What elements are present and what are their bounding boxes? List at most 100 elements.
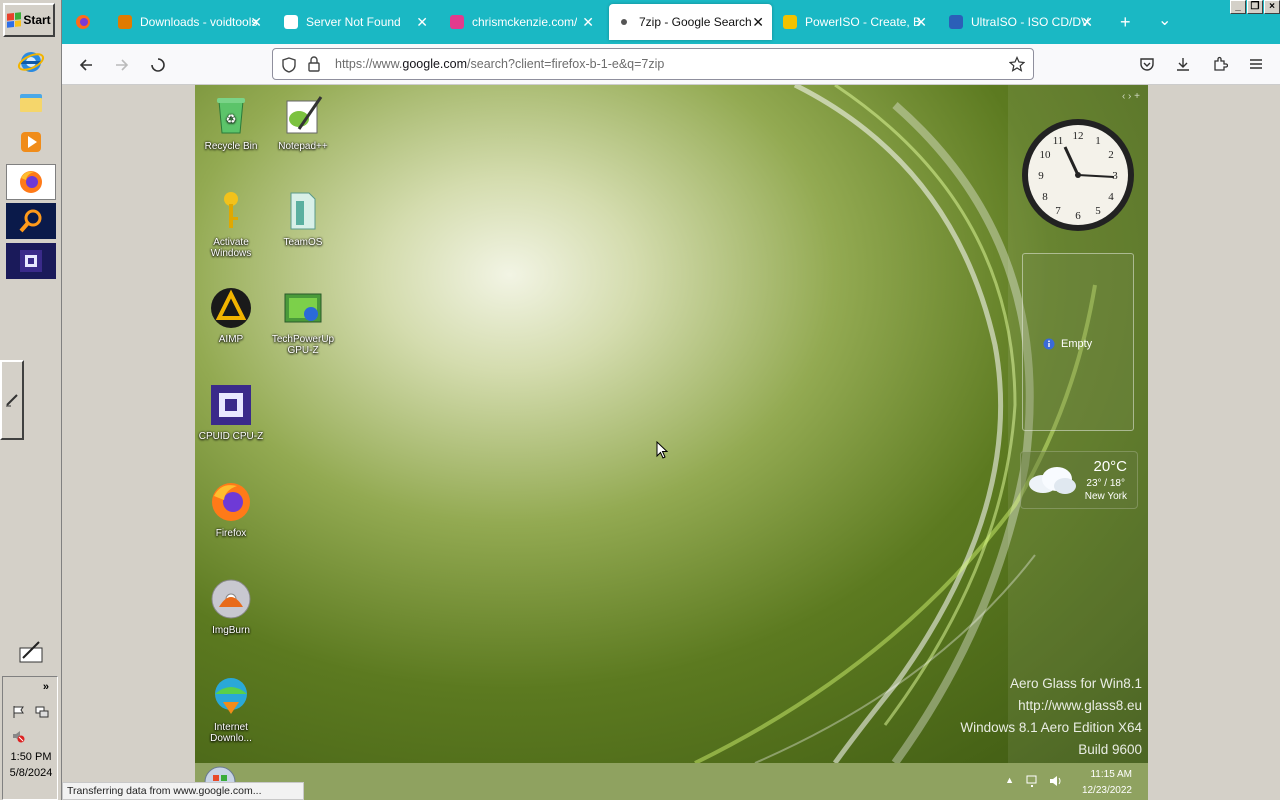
watermark-line: http://www.glass8.eu: [1018, 698, 1142, 713]
watermark-line: Build 9600: [1078, 742, 1142, 757]
restore-button[interactable]: ❐: [1247, 0, 1263, 14]
close-window-button[interactable]: ×: [1264, 0, 1280, 14]
idm-icon: [209, 674, 253, 718]
remote-desktop-view[interactable]: ♻ Recycle Bin Notepad++ Activate Windows Tea…: [195, 85, 1148, 763]
cpuz-icon: [20, 250, 42, 272]
tab-label: chrismckenzie.com/: [472, 15, 578, 29]
desktop-icon-label: Recycle Bin: [204, 141, 258, 152]
desktop-icon[interactable]: Internet Downlo...: [195, 674, 267, 744]
star-icon[interactable]: [1009, 56, 1025, 72]
extensions-icon[interactable]: [1212, 56, 1228, 72]
svg-text:5: 5: [1095, 205, 1101, 217]
url-text[interactable]: https://www.google.com/search?client=fir…: [335, 57, 664, 71]
desktop-icon[interactable]: Firefox: [195, 480, 267, 539]
desktop-icon[interactable]: ImgBurn: [195, 577, 267, 636]
tab-close-button[interactable]: ✕: [1081, 14, 1093, 31]
media-player-icon: [21, 132, 41, 152]
slideshow-gadget[interactable]: Empty: [1022, 253, 1134, 431]
system-tray: » 1:50 PM 5/8/2024: [2, 676, 58, 800]
back-button[interactable]: [73, 52, 99, 78]
folder-icon: [20, 94, 42, 112]
download-icon[interactable]: [1175, 56, 1191, 72]
imgburn-icon: [209, 577, 253, 621]
tab-favicon-icon: [621, 19, 627, 25]
tab-close-button[interactable]: ✕: [250, 14, 262, 31]
remote-taskbar-date[interactable]: 12/23/2022: [1082, 785, 1132, 796]
remote-volume-icon[interactable]: [1048, 774, 1062, 788]
wallpaper-swirl: [694, 85, 1097, 763]
navigation-toolbar: https://www.google.com/search?client=fir…: [62, 44, 1280, 85]
shield-icon[interactable]: [281, 57, 297, 73]
tab-close-button[interactable]: ✕: [416, 14, 428, 31]
arrow-right-icon: [116, 59, 129, 71]
clock-gadget[interactable]: 12 1234567891011: [1020, 117, 1136, 233]
desktop-icon[interactable]: Notepad++: [267, 93, 339, 152]
volume-muted-icon[interactable]: [11, 729, 25, 743]
quicklaunch-firefox[interactable]: [6, 164, 56, 200]
desktop-icon[interactable]: TechPowerUp GPU-Z: [267, 286, 339, 356]
mouse-cursor-icon: [656, 441, 668, 459]
gadget-controls[interactable]: ‹ › +: [1122, 91, 1140, 102]
remote-network-icon[interactable]: [1026, 774, 1040, 788]
desktop-icon-label: ImgBurn: [212, 625, 250, 636]
tab-close-button[interactable]: ✕: [582, 14, 594, 31]
quicklaunch-media[interactable]: [6, 124, 56, 160]
tab-favicon-icon: [783, 15, 797, 29]
loading-spinner-icon: [151, 58, 165, 72]
stop-loading-button[interactable]: [145, 52, 171, 78]
forward-button[interactable]: [109, 52, 135, 78]
hamburger-menu-icon[interactable]: [1248, 56, 1264, 72]
browser-tab-bar: Downloads - voidtools ✕ Server Not Found ✕ c…: [62, 0, 1280, 44]
start-label: Start: [23, 13, 51, 27]
weather-temp: 20°C: [1093, 458, 1127, 475]
gpuz-icon: [281, 286, 325, 330]
network-icon[interactable]: [35, 705, 49, 719]
gadget-sidebar: ‹ › + 12 1 2 3 4 5 6 7 8 9 10 11 Empty 20°C 23° / 1…: [1008, 85, 1148, 763]
browser-tab[interactable]: 7zip - Google Search ✕: [609, 4, 772, 40]
ie-icon: [17, 52, 45, 72]
url-path: /search?client=firefox-b-1-e&q=7zip: [467, 57, 665, 71]
tray-date[interactable]: 5/8/2024: [3, 767, 59, 779]
quicklaunch-search[interactable]: [6, 203, 56, 239]
address-bar[interactable]: https://www.google.com/search?client=fir…: [272, 48, 1034, 80]
browser-tab[interactable]: PowerISO - Create, B ✕: [775, 4, 935, 40]
list-all-tabs-button[interactable]: ⌄: [1158, 10, 1171, 30]
svg-text:10: 10: [1040, 149, 1052, 161]
pocket-icon[interactable]: [1139, 56, 1155, 72]
tab-close-button[interactable]: ✕: [752, 14, 764, 31]
remote-taskbar-time[interactable]: 11:15 AM: [1090, 769, 1132, 780]
tray-time[interactable]: 1:50 PM: [3, 751, 59, 763]
remote-tray-arrow-icon[interactable]: ▲: [1005, 775, 1014, 785]
minimize-button[interactable]: _: [1230, 0, 1246, 14]
desktop-icon[interactable]: TeamOS: [267, 189, 339, 248]
taskbar-toolbar-handle[interactable]: [0, 360, 24, 440]
cloud-icon: [1029, 467, 1076, 494]
desktop-icon[interactable]: Activate Windows: [195, 189, 267, 259]
browser-tab[interactable]: Server Not Found ✕: [276, 4, 436, 40]
tray-expand-button[interactable]: »: [43, 681, 49, 693]
lock-icon[interactable]: [307, 56, 321, 72]
flag-icon[interactable]: [11, 705, 25, 719]
tab-label: Server Not Found: [306, 15, 401, 29]
firefox-menu-tab[interactable]: [66, 4, 106, 40]
firefox-icon: [209, 480, 253, 524]
start-button[interactable]: Start: [3, 3, 55, 37]
tab-close-button[interactable]: ✕: [915, 14, 927, 31]
desktop-icon[interactable]: CPUID CPU-Z: [195, 383, 267, 442]
browser-tab[interactable]: Downloads - voidtools ✕: [110, 4, 270, 40]
quicklaunch-notepad[interactable]: [6, 634, 56, 670]
key-icon: [209, 189, 253, 233]
svg-text:9: 9: [1038, 170, 1044, 182]
weather-gadget[interactable]: 20°C 23° / 18° New York: [1020, 451, 1138, 509]
new-tab-button[interactable]: +: [1120, 12, 1131, 33]
desktop-icon[interactable]: ♻ Recycle Bin: [195, 93, 267, 152]
desktop-icon-label: Notepad++: [278, 141, 328, 152]
desktop-icon-label: TeamOS: [283, 237, 323, 248]
browser-tab[interactable]: chrismckenzie.com/ ✕: [442, 4, 602, 40]
recycle-bin-icon: ♻: [209, 93, 253, 137]
desktop-icon[interactable]: AIMP: [195, 286, 267, 345]
quicklaunch-cpuz[interactable]: [6, 243, 56, 279]
quicklaunch-explorer[interactable]: [6, 84, 56, 120]
browser-tab[interactable]: UltraISO - ISO CD/DV ✕: [941, 4, 1101, 40]
quicklaunch-ie[interactable]: [6, 44, 56, 80]
